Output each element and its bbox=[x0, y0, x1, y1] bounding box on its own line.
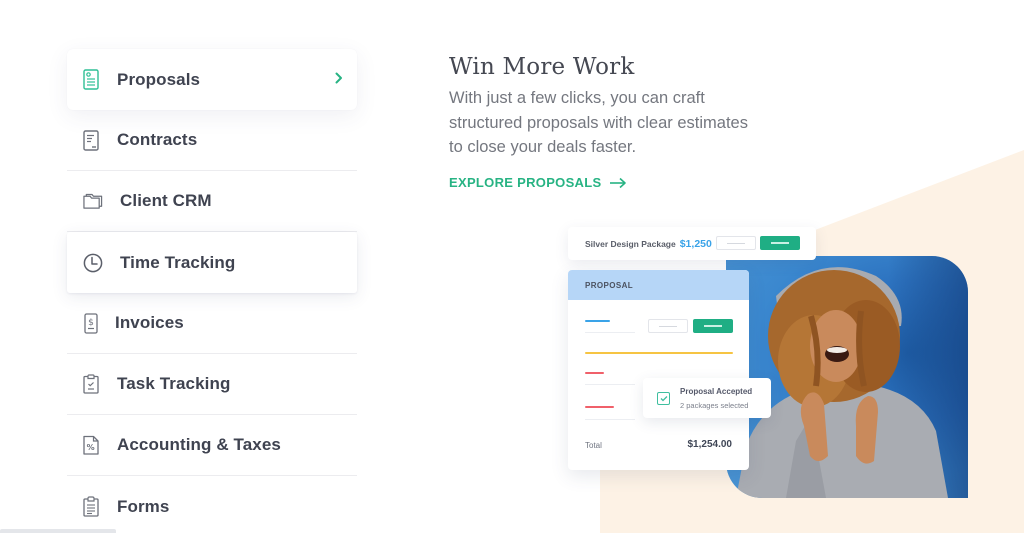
accepted-subtitle: 2 packages selected bbox=[680, 401, 749, 410]
nav-item-client-crm[interactable]: Client CRM bbox=[67, 171, 357, 232]
placeholder-divider bbox=[585, 384, 635, 385]
placeholder-divider bbox=[585, 332, 635, 333]
total-label: Total bbox=[585, 441, 602, 450]
svg-text:%: % bbox=[87, 443, 95, 452]
horizontal-scrollbar[interactable] bbox=[0, 529, 116, 533]
proposal-primary-button[interactable] bbox=[693, 319, 733, 333]
placeholder-divider bbox=[585, 419, 635, 420]
package-name: Silver Design Package bbox=[585, 238, 676, 249]
chevron-right-icon bbox=[335, 71, 343, 89]
placeholder-line-yellow bbox=[585, 352, 733, 354]
accepted-title: Proposal Accepted bbox=[680, 387, 753, 396]
nav-label: Invoices bbox=[115, 313, 184, 332]
package-primary-button[interactable] bbox=[760, 236, 800, 250]
nav-label: Client CRM bbox=[120, 191, 212, 210]
nav-item-forms[interactable]: Forms bbox=[67, 476, 357, 533]
feature-description: With just a few clicks, you can craft st… bbox=[449, 89, 748, 156]
proposal-doc-icon bbox=[81, 69, 101, 91]
nav-item-accounting-taxes[interactable]: % Accounting & Taxes bbox=[67, 415, 357, 476]
arrow-right-icon bbox=[610, 177, 627, 188]
nav-label: Proposals bbox=[117, 69, 201, 89]
placeholder-line-blue bbox=[585, 320, 610, 322]
placeholder-line-red bbox=[585, 372, 604, 374]
total-value: $1,254.00 bbox=[687, 439, 733, 450]
customer-photo bbox=[726, 256, 968, 498]
placeholder-line-red bbox=[585, 406, 614, 408]
percent-doc-icon: % bbox=[81, 434, 101, 456]
proposal-secondary-button[interactable] bbox=[648, 319, 688, 333]
proposal-header: PROPOSAL bbox=[568, 270, 749, 300]
feature-nav: Proposals Contracts Client CRM Time Trac… bbox=[67, 49, 357, 533]
clock-icon bbox=[83, 252, 103, 274]
checkbox-checked-icon bbox=[657, 392, 670, 405]
nav-item-task-tracking[interactable]: Task Tracking bbox=[67, 354, 357, 415]
feature-title: Win More Work bbox=[449, 54, 635, 80]
proposal-preview-card: PROPOSAL Total $1,254.00 bbox=[568, 270, 749, 470]
nav-label: Contracts bbox=[117, 130, 198, 149]
clipboard-check-icon bbox=[81, 373, 101, 395]
package-summary-card: Silver Design Package $1,250 bbox=[568, 227, 816, 260]
smiling-person-illustration bbox=[736, 267, 948, 498]
invoice-dollar-icon: $ bbox=[81, 312, 101, 334]
explore-proposals-label: EXPLORE PROPOSALS bbox=[449, 175, 602, 190]
nav-item-proposals[interactable]: Proposals bbox=[67, 49, 357, 110]
nav-label: Time Tracking bbox=[120, 252, 236, 272]
nav-label: Accounting & Taxes bbox=[117, 435, 281, 454]
proposal-accepted-toast: Proposal Accepted 2 packages selected bbox=[643, 378, 771, 418]
contract-doc-icon bbox=[81, 129, 101, 151]
nav-label: Forms bbox=[117, 496, 170, 516]
svg-text:$: $ bbox=[88, 318, 94, 328]
explore-proposals-link[interactable]: EXPLORE PROPOSALS bbox=[449, 175, 627, 190]
package-secondary-button[interactable] bbox=[716, 236, 756, 250]
nav-item-time-tracking[interactable]: Time Tracking bbox=[67, 232, 357, 293]
folder-icon bbox=[83, 190, 103, 212]
nav-item-invoices[interactable]: $ Invoices bbox=[67, 293, 357, 354]
nav-label: Task Tracking bbox=[117, 374, 231, 393]
clipboard-list-icon bbox=[81, 496, 101, 518]
nav-item-contracts[interactable]: Contracts bbox=[67, 110, 357, 171]
package-price: $1,250 bbox=[679, 237, 712, 250]
